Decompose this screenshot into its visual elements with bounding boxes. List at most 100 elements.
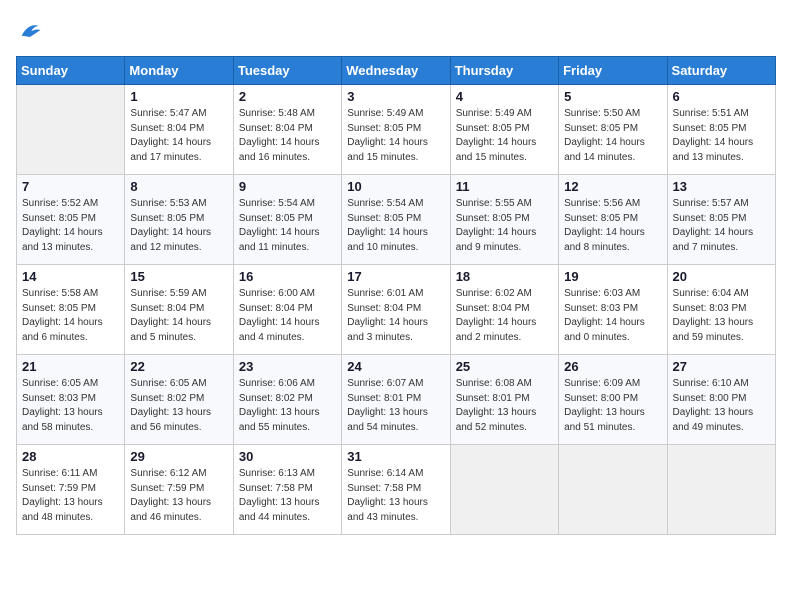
calendar-cell: 13 Sunrise: 5:57 AM Sunset: 8:05 PM Dayli… bbox=[667, 175, 775, 265]
day-info: Sunrise: 5:47 AM Sunset: 8:04 PM Dayligh… bbox=[130, 107, 227, 165]
calendar-cell: 25 Sunrise: 6:08 AM Sunset: 8:01 PM Dayli… bbox=[450, 355, 558, 445]
calendar-cell: 8Sunrise: 5:53 AM Sunset: 8:05 PM Daylig… bbox=[125, 175, 233, 265]
day-number: 23 bbox=[239, 359, 336, 374]
day-info: Sunrise: 5:56 AM Sunset: 8:05 PM Dayligh… bbox=[564, 197, 661, 255]
logo bbox=[16, 16, 48, 44]
day-number: 18 bbox=[456, 269, 553, 284]
day-number: 13 bbox=[673, 179, 770, 194]
calendar-cell bbox=[450, 445, 558, 535]
col-header-saturday: Saturday bbox=[667, 57, 775, 85]
day-number: 2 bbox=[239, 89, 336, 104]
col-header-thursday: Thursday bbox=[450, 57, 558, 85]
day-number: 29 bbox=[130, 449, 227, 464]
day-info: Sunrise: 5:57 AM Sunset: 8:05 PM Dayligh… bbox=[673, 197, 770, 255]
day-info: Sunrise: 5:53 AM Sunset: 8:05 PM Dayligh… bbox=[130, 197, 227, 255]
col-header-monday: Monday bbox=[125, 57, 233, 85]
day-info: Sunrise: 5:54 AM Sunset: 8:05 PM Dayligh… bbox=[347, 197, 444, 255]
calendar-cell: 23 Sunrise: 6:06 AM Sunset: 8:02 PM Dayli… bbox=[233, 355, 341, 445]
col-header-wednesday: Wednesday bbox=[342, 57, 450, 85]
calendar-cell: 2 Sunrise: 5:48 AM Sunset: 8:04 PM Daylig… bbox=[233, 85, 341, 175]
col-header-friday: Friday bbox=[559, 57, 667, 85]
calendar-cell: 5 Sunrise: 5:50 AM Sunset: 8:05 PM Daylig… bbox=[559, 85, 667, 175]
day-number: 19 bbox=[564, 269, 661, 284]
day-info: Sunrise: 5:51 AM Sunset: 8:05 PM Dayligh… bbox=[673, 107, 770, 165]
day-info: Sunrise: 5:55 AM Sunset: 8:05 PM Dayligh… bbox=[456, 197, 553, 255]
day-number: 15 bbox=[130, 269, 227, 284]
calendar-cell: 12 Sunrise: 5:56 AM Sunset: 8:05 PM Dayli… bbox=[559, 175, 667, 265]
day-info: Sunrise: 5:54 AM Sunset: 8:05 PM Dayligh… bbox=[239, 197, 336, 255]
calendar-cell: 1 Sunrise: 5:47 AM Sunset: 8:04 PM Daylig… bbox=[125, 85, 233, 175]
day-info: Sunrise: 5:50 AM Sunset: 8:05 PM Dayligh… bbox=[564, 107, 661, 165]
day-number: 5 bbox=[564, 89, 661, 104]
day-number: 3 bbox=[347, 89, 444, 104]
calendar-cell: 30 Sunrise: 6:13 AM Sunset: 7:58 PM Dayli… bbox=[233, 445, 341, 535]
day-info: Sunrise: 6:12 AM Sunset: 7:59 PM Dayligh… bbox=[130, 467, 227, 525]
day-info: Sunrise: 6:02 AM Sunset: 8:04 PM Dayligh… bbox=[456, 287, 553, 345]
logo-icon bbox=[16, 16, 44, 44]
calendar-cell: 27 Sunrise: 6:10 AM Sunset: 8:00 PM Dayli… bbox=[667, 355, 775, 445]
day-info: Sunrise: 6:03 AM Sunset: 8:03 PM Dayligh… bbox=[564, 287, 661, 345]
col-header-sunday: Sunday bbox=[17, 57, 125, 85]
calendar-cell: 29 Sunrise: 6:12 AM Sunset: 7:59 PM Dayli… bbox=[125, 445, 233, 535]
calendar-cell: 28 Sunrise: 6:11 AM Sunset: 7:59 PM Dayli… bbox=[17, 445, 125, 535]
day-info: Sunrise: 6:04 AM Sunset: 8:03 PM Dayligh… bbox=[673, 287, 770, 345]
day-number: 31 bbox=[347, 449, 444, 464]
calendar-cell: 17 Sunrise: 6:01 AM Sunset: 8:04 PM Dayli… bbox=[342, 265, 450, 355]
calendar-cell: 20Sunrise: 6:04 AM Sunset: 8:03 PM Dayli… bbox=[667, 265, 775, 355]
day-info: Sunrise: 6:01 AM Sunset: 8:04 PM Dayligh… bbox=[347, 287, 444, 345]
calendar-cell: 19 Sunrise: 6:03 AM Sunset: 8:03 PM Dayli… bbox=[559, 265, 667, 355]
day-number: 6 bbox=[673, 89, 770, 104]
day-number: 30 bbox=[239, 449, 336, 464]
day-info: Sunrise: 6:10 AM Sunset: 8:00 PM Dayligh… bbox=[673, 377, 770, 435]
day-info: Sunrise: 6:14 AM Sunset: 7:58 PM Dayligh… bbox=[347, 467, 444, 525]
day-info: Sunrise: 5:59 AM Sunset: 8:04 PM Dayligh… bbox=[130, 287, 227, 345]
day-number: 1 bbox=[130, 89, 227, 104]
day-number: 27 bbox=[673, 359, 770, 374]
day-number: 9 bbox=[239, 179, 336, 194]
day-info: Sunrise: 6:07 AM Sunset: 8:01 PM Dayligh… bbox=[347, 377, 444, 435]
calendar-cell: 9 Sunrise: 5:54 AM Sunset: 8:05 PM Daylig… bbox=[233, 175, 341, 265]
calendar-cell: 16 Sunrise: 6:00 AM Sunset: 8:04 PM Dayli… bbox=[233, 265, 341, 355]
day-info: Sunrise: 5:48 AM Sunset: 8:04 PM Dayligh… bbox=[239, 107, 336, 165]
day-number: 22 bbox=[130, 359, 227, 374]
calendar-cell: 31 Sunrise: 6:14 AM Sunset: 7:58 PM Dayli… bbox=[342, 445, 450, 535]
calendar-cell bbox=[17, 85, 125, 175]
page-header bbox=[16, 16, 776, 44]
col-header-tuesday: Tuesday bbox=[233, 57, 341, 85]
day-info: Sunrise: 6:05 AM Sunset: 8:03 PM Dayligh… bbox=[22, 377, 119, 435]
calendar-cell: 18 Sunrise: 6:02 AM Sunset: 8:04 PM Dayli… bbox=[450, 265, 558, 355]
calendar-cell: 22 Sunrise: 6:05 AM Sunset: 8:02 PM Dayli… bbox=[125, 355, 233, 445]
day-number: 25 bbox=[456, 359, 553, 374]
day-number: 11 bbox=[456, 179, 553, 194]
day-number: 28 bbox=[22, 449, 119, 464]
day-number: 7 bbox=[22, 179, 119, 194]
day-info: Sunrise: 6:06 AM Sunset: 8:02 PM Dayligh… bbox=[239, 377, 336, 435]
calendar-cell: 7 Sunrise: 5:52 AM Sunset: 8:05 PM Daylig… bbox=[17, 175, 125, 265]
day-number: 17 bbox=[347, 269, 444, 284]
calendar-cell: 6 Sunrise: 5:51 AM Sunset: 8:05 PM Daylig… bbox=[667, 85, 775, 175]
day-info: Sunrise: 6:05 AM Sunset: 8:02 PM Dayligh… bbox=[130, 377, 227, 435]
calendar-cell: 10 Sunrise: 5:54 AM Sunset: 8:05 PM Dayli… bbox=[342, 175, 450, 265]
day-number: 26 bbox=[564, 359, 661, 374]
calendar-cell: 15 Sunrise: 5:59 AM Sunset: 8:04 PM Dayli… bbox=[125, 265, 233, 355]
day-info: Sunrise: 5:58 AM Sunset: 8:05 PM Dayligh… bbox=[22, 287, 119, 345]
day-info: Sunrise: 5:49 AM Sunset: 8:05 PM Dayligh… bbox=[347, 107, 444, 165]
calendar-cell: 26Sunrise: 6:09 AM Sunset: 8:00 PM Dayli… bbox=[559, 355, 667, 445]
calendar-table: SundayMondayTuesdayWednesdayThursdayFrid… bbox=[16, 56, 776, 535]
day-info: Sunrise: 5:52 AM Sunset: 8:05 PM Dayligh… bbox=[22, 197, 119, 255]
day-number: 14 bbox=[22, 269, 119, 284]
calendar-cell: 4Sunrise: 5:49 AM Sunset: 8:05 PM Daylig… bbox=[450, 85, 558, 175]
day-info: Sunrise: 6:00 AM Sunset: 8:04 PM Dayligh… bbox=[239, 287, 336, 345]
day-info: Sunrise: 6:13 AM Sunset: 7:58 PM Dayligh… bbox=[239, 467, 336, 525]
calendar-cell: 24Sunrise: 6:07 AM Sunset: 8:01 PM Dayli… bbox=[342, 355, 450, 445]
day-info: Sunrise: 6:11 AM Sunset: 7:59 PM Dayligh… bbox=[22, 467, 119, 525]
day-number: 12 bbox=[564, 179, 661, 194]
day-number: 16 bbox=[239, 269, 336, 284]
day-info: Sunrise: 6:08 AM Sunset: 8:01 PM Dayligh… bbox=[456, 377, 553, 435]
calendar-cell bbox=[667, 445, 775, 535]
calendar-cell: 21 Sunrise: 6:05 AM Sunset: 8:03 PM Dayli… bbox=[17, 355, 125, 445]
calendar-cell bbox=[559, 445, 667, 535]
day-number: 21 bbox=[22, 359, 119, 374]
day-number: 10 bbox=[347, 179, 444, 194]
calendar-cell: 11 Sunrise: 5:55 AM Sunset: 8:05 PM Dayli… bbox=[450, 175, 558, 265]
